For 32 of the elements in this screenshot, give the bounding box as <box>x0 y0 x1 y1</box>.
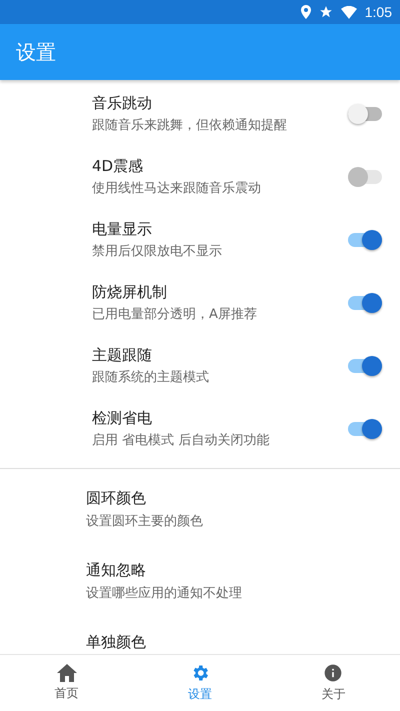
setting-subtitle: 跟随音乐来跳舞，但依赖通知提醒 <box>92 116 288 134</box>
setting-subtitle: 设置圆环主要的颜色 <box>86 513 204 530</box>
nav-tab[interactable]: 首页 <box>0 655 134 711</box>
home-icon <box>56 664 77 682</box>
setting-subtitle: 启用 省电模式 后自动关闭功能 <box>92 432 270 448</box>
setting-subtitle: 已用电量部分透明，A屏推荐 <box>92 306 258 322</box>
setting-title: 4D震感 <box>92 156 144 176</box>
nav-tab[interactable]: 设置 <box>133 655 267 711</box>
setting-title: 音乐跳动 <box>92 94 153 112</box>
setting-subtitle: 禁用后仅限放电不显示 <box>92 242 223 260</box>
setting-title: 电量显示 <box>92 220 153 238</box>
location-icon <box>300 5 311 19</box>
status-time: 1:05 <box>364 4 392 20</box>
setting-title[interactable]: 通知忽略 <box>86 561 400 580</box>
app-bar-title: 设置 <box>16 38 56 66</box>
nav-tab[interactable]: 关于 <box>266 655 400 711</box>
setting-subtitle: 设置哪些应用的通知不处理 <box>86 585 243 602</box>
toggle-switch[interactable] <box>348 416 382 440</box>
setting-title: 防烧屏机制 <box>92 282 168 302</box>
info-icon <box>323 663 344 683</box>
setting-title[interactable]: 单独颜色 <box>86 633 400 652</box>
star-icon <box>318 5 333 19</box>
setting-title: 检测省电 <box>92 408 153 428</box>
setting-title[interactable]: 圆环颜色 <box>86 489 400 508</box>
toggle-switch[interactable] <box>348 290 382 314</box>
setting-subtitle: 跟随系统的主题模式 <box>92 368 210 386</box>
wifi-icon <box>340 6 357 18</box>
toggle-switch[interactable] <box>348 354 382 378</box>
toggle-switch[interactable] <box>348 102 382 126</box>
toggle-switch[interactable] <box>348 228 382 252</box>
setting-subtitle: 使用线性马达来跟随音乐震动 <box>92 180 262 196</box>
setting-title: 主题跟随 <box>92 346 153 364</box>
